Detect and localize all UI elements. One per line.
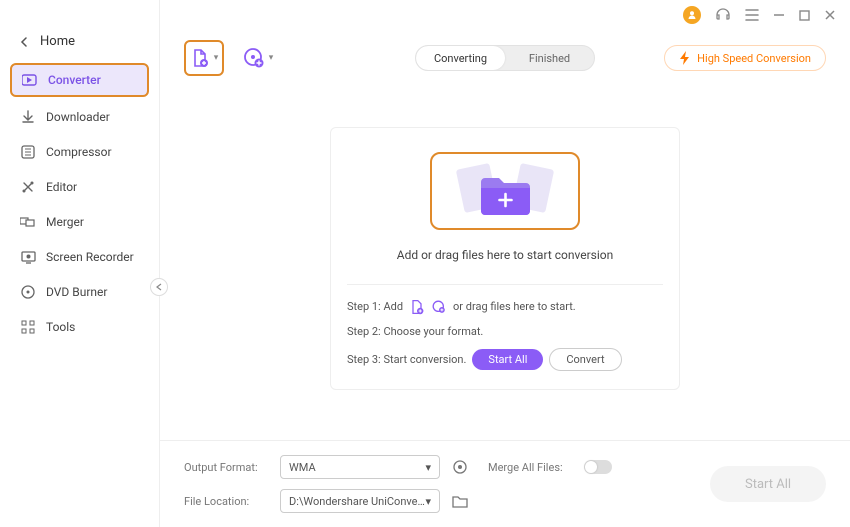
open-folder-icon[interactable] <box>450 491 470 511</box>
step-3: Step 3: Start conversion. Start All Conv… <box>347 348 663 371</box>
sidebar-item-editor[interactable]: Editor <box>10 172 149 202</box>
support-icon[interactable] <box>715 7 731 23</box>
add-files-drop-target[interactable] <box>430 152 580 230</box>
high-speed-badge[interactable]: High Speed Conversion <box>664 45 826 71</box>
sidebar-item-label: Converter <box>48 73 101 87</box>
add-file-icon <box>409 299 425 315</box>
sidebar-item-dvd-burner[interactable]: DVD Burner <box>10 277 149 307</box>
tools-icon <box>20 319 36 335</box>
add-file-icon <box>190 48 210 68</box>
user-avatar-icon[interactable] <box>683 6 701 24</box>
dropzone: Add or drag files here to start conversi… <box>330 127 680 390</box>
tab-converting[interactable]: Converting <box>416 46 505 70</box>
home-label[interactable]: Home <box>40 34 75 49</box>
folder-plus-icon <box>450 158 560 224</box>
start-all-mini-button[interactable]: Start All <box>472 349 543 370</box>
step3-text: Step 3: Start conversion. <box>347 353 466 366</box>
step1-prefix: Step 1: Add <box>347 300 403 313</box>
add-url-button[interactable]: ▾ <box>238 40 278 76</box>
add-file-button[interactable]: ▾ <box>184 40 224 76</box>
maximize-icon[interactable] <box>799 10 810 21</box>
output-settings-icon[interactable] <box>450 457 470 477</box>
close-icon[interactable] <box>824 9 836 21</box>
output-format-select[interactable]: WMA ▾ <box>280 455 440 479</box>
sidebar-item-downloader[interactable]: Downloader <box>10 102 149 132</box>
step1-suffix: or drag files here to start. <box>453 300 576 313</box>
sidebar-item-compressor[interactable]: Compressor <box>10 137 149 167</box>
back-icon[interactable] <box>20 37 30 47</box>
dvd-burner-icon <box>20 284 36 300</box>
steps: Step 1: Add or drag files here to start.… <box>347 284 663 371</box>
tab-finished[interactable]: Finished <box>505 46 594 70</box>
file-location-select[interactable]: D:\Wondershare UniConverter 1 ▾ <box>280 489 440 513</box>
toolbar: ▾ ▾ Converting Finished High Speed Conve… <box>160 30 850 76</box>
chevron-down-icon: ▾ <box>214 53 219 63</box>
output-format-label: Output Format: <box>184 461 270 474</box>
sidebar-item-label: Editor <box>46 180 77 194</box>
dropzone-hint: Add or drag files here to start conversi… <box>397 248 613 262</box>
titlebar <box>160 0 850 30</box>
sidebar-item-tools[interactable]: Tools <box>10 312 149 342</box>
sidebar-item-merger[interactable]: Merger <box>10 207 149 237</box>
chevron-down-icon: ▾ <box>425 461 431 474</box>
chevron-down-icon: ▾ <box>425 495 431 508</box>
footer: Output Format: WMA ▾ Merge All Files: St… <box>160 440 850 527</box>
merge-toggle[interactable] <box>584 460 612 474</box>
start-all-button[interactable]: Start All <box>710 466 826 502</box>
sidebar-item-label: DVD Burner <box>46 285 107 299</box>
content: Add or drag files here to start conversi… <box>160 76 850 440</box>
sidebar-list: Converter Downloader Compressor Editor M… <box>0 63 159 342</box>
minimize-icon[interactable] <box>773 9 785 21</box>
sidebar-item-converter[interactable]: Converter <box>10 63 149 97</box>
high-speed-label: High Speed Conversion <box>697 52 811 65</box>
sidebar-item-label: Tools <box>46 320 75 334</box>
sidebar-item-screen-recorder[interactable]: Screen Recorder <box>10 242 149 272</box>
tab-toggle: Converting Finished <box>415 45 595 71</box>
add-disc-icon <box>431 299 447 315</box>
merger-icon <box>20 214 36 230</box>
sidebar-item-label: Downloader <box>46 110 110 124</box>
step2-text: Step 2: Choose your format. <box>347 325 483 338</box>
file-location-value: D:\Wondershare UniConverter 1 <box>289 495 425 508</box>
screen-recorder-icon <box>20 249 36 265</box>
downloader-icon <box>20 109 36 125</box>
chevron-down-icon: ▾ <box>269 53 274 63</box>
step-1: Step 1: Add or drag files here to start. <box>347 299 663 315</box>
sidebar-item-label: Compressor <box>46 145 112 159</box>
output-format-value: WMA <box>289 461 316 474</box>
sidebar-item-label: Screen Recorder <box>46 250 134 264</box>
lightning-icon <box>679 51 691 65</box>
step-2: Step 2: Choose your format. <box>347 325 663 338</box>
convert-mini-button[interactable]: Convert <box>549 348 621 371</box>
editor-icon <box>20 179 36 195</box>
merge-label: Merge All Files: <box>488 461 574 474</box>
sidebar-item-label: Merger <box>46 215 84 229</box>
file-location-label: File Location: <box>184 495 270 508</box>
compressor-icon <box>20 144 36 160</box>
sidebar: Home Converter Downloader Compressor Edi… <box>0 0 160 527</box>
converter-icon <box>22 72 38 88</box>
sidebar-header: Home <box>0 30 159 63</box>
hamburger-menu-icon[interactable] <box>745 9 759 21</box>
main-area: ▾ ▾ Converting Finished High Speed Conve… <box>160 0 850 527</box>
add-disc-icon <box>243 47 265 69</box>
